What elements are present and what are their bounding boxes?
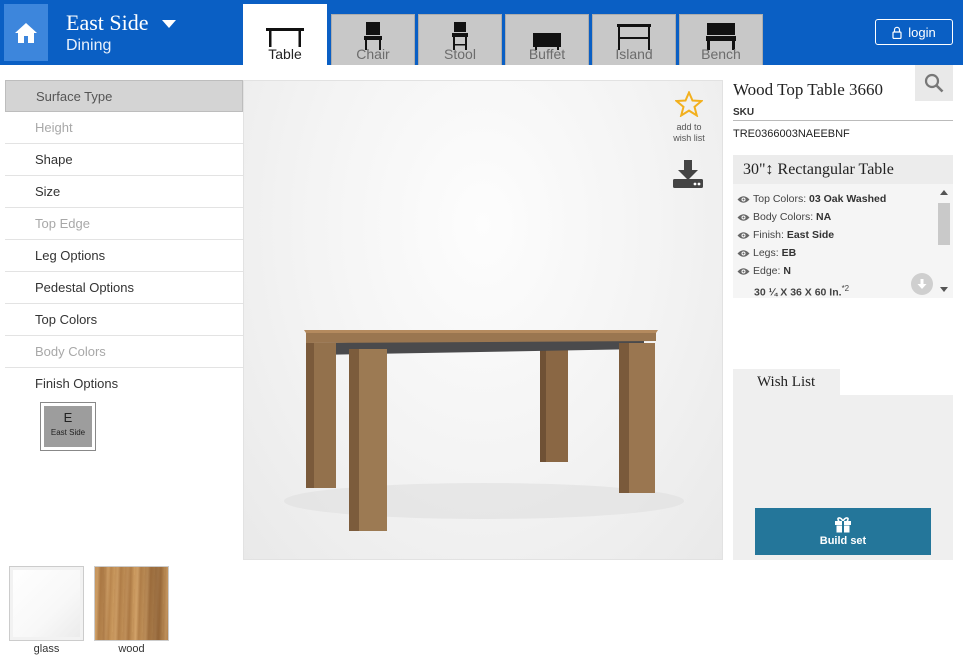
gift-icon bbox=[835, 517, 851, 533]
sku-value: TRE0366003NAEEBNF bbox=[733, 128, 850, 140]
spec-label: Legs: bbox=[753, 247, 782, 259]
spec-row-edge: Edge: N bbox=[737, 262, 937, 280]
spec-row-top-colors: Top Colors: 03 Oak Washed bbox=[737, 190, 937, 208]
sidebar-item-finish-options[interactable]: Finish Options bbox=[5, 368, 243, 400]
spec-label: Body Colors: bbox=[753, 211, 817, 223]
spec-row-body-colors: Body Colors: NA bbox=[737, 208, 937, 226]
tab-bench[interactable]: Bench bbox=[679, 14, 763, 65]
tab-label: Buffet bbox=[528, 46, 566, 62]
tab-island[interactable]: Island bbox=[592, 14, 676, 65]
login-button[interactable]: login bbox=[875, 19, 953, 45]
product-name: Wood Top Table 3660 bbox=[733, 80, 884, 99]
spec-row-finish: Finish: East Side bbox=[737, 226, 937, 244]
home-button[interactable] bbox=[4, 4, 48, 61]
sidebar-item-top-colors[interactable]: Top Colors bbox=[5, 304, 243, 336]
glass-thumbnail bbox=[9, 566, 84, 641]
sidebar-item-top-edge: Top Edge bbox=[5, 208, 243, 240]
chevron-down-icon bbox=[162, 20, 176, 28]
material-label: glass bbox=[33, 643, 60, 655]
collection-name: East Side bbox=[66, 10, 149, 35]
configurator-app: East Side Dining Table Chair Stool Buffe… bbox=[0, 0, 963, 667]
login-label: login bbox=[908, 24, 936, 40]
spec-value: N bbox=[783, 265, 791, 277]
dimensions-value: 30 ¼ X 36 X 60 In. bbox=[754, 286, 842, 299]
eye-icon[interactable] bbox=[737, 249, 750, 258]
material-label: wood bbox=[118, 643, 145, 655]
spec-value: East Side bbox=[786, 229, 835, 241]
tab-label: Table bbox=[268, 46, 302, 62]
spec-value: NA bbox=[816, 211, 832, 223]
tab-label: Stool bbox=[444, 46, 476, 62]
tab-label: Chair bbox=[356, 46, 390, 62]
download-icon bbox=[673, 160, 703, 188]
tab-chair[interactable]: Chair bbox=[331, 14, 415, 65]
tab-buffet[interactable]: Buffet bbox=[505, 14, 589, 65]
arrow-down-icon bbox=[917, 279, 927, 289]
finish-swatch-code: E bbox=[63, 410, 73, 425]
collection-selector[interactable]: East Side Dining bbox=[66, 10, 176, 56]
eye-icon[interactable] bbox=[737, 213, 750, 222]
sidebar-item-pedestal-options[interactable]: Pedestal Options bbox=[5, 272, 243, 304]
spec-scrollbar[interactable] bbox=[938, 190, 950, 294]
add-to-wishlist-label-2: wish list bbox=[673, 133, 705, 143]
scroll-up-arrow-icon[interactable] bbox=[940, 190, 948, 195]
eye-icon[interactable] bbox=[737, 267, 750, 276]
option-sidebar: Surface Type Height Shape Size Top Edge … bbox=[5, 80, 243, 451]
top-bar: East Side Dining Table Chair Stool Buffe… bbox=[0, 0, 963, 65]
spec-panel: 30"↕ Rectangular Table Top Colors: 03 Oa… bbox=[733, 155, 953, 299]
sidebar-item-shape[interactable]: Shape bbox=[5, 144, 243, 176]
home-icon bbox=[15, 22, 37, 43]
material-swatch-wood[interactable]: wood bbox=[94, 566, 169, 656]
collection-category: Dining bbox=[66, 37, 112, 54]
eye-icon[interactable] bbox=[737, 195, 750, 204]
sidebar-item-height: Height bbox=[5, 112, 243, 144]
eye-icon[interactable] bbox=[737, 231, 750, 240]
tab-label: Island bbox=[615, 46, 653, 62]
star-icon bbox=[673, 90, 705, 118]
finish-swatch-preview: E East Side bbox=[44, 406, 92, 447]
download-button[interactable] bbox=[672, 159, 704, 194]
dimensions-footnote: *2 bbox=[841, 284, 850, 293]
tab-stool[interactable]: Stool bbox=[418, 14, 502, 65]
material-swatch-glass[interactable]: glass bbox=[9, 566, 84, 656]
scroll-down-arrow-icon[interactable] bbox=[940, 287, 948, 292]
tab-table[interactable]: Table bbox=[243, 4, 327, 65]
scroll-down-button[interactable] bbox=[911, 273, 933, 295]
add-to-wishlist-button[interactable]: add to wish list bbox=[664, 90, 714, 144]
build-set-label: Build set bbox=[819, 535, 867, 547]
spec-label: Top Colors: bbox=[753, 193, 810, 205]
sidebar-item-surface-type[interactable]: Surface Type bbox=[5, 80, 243, 112]
sku-label: SKU bbox=[733, 107, 953, 121]
search-button[interactable] bbox=[915, 65, 953, 101]
tab-label: Bench bbox=[701, 46, 741, 62]
add-to-wishlist-label-1: add to bbox=[676, 122, 702, 132]
sidebar-item-body-colors: Body Colors bbox=[5, 336, 243, 368]
product-image bbox=[284, 330, 684, 531]
tab-wish-list[interactable]: Wish List bbox=[733, 369, 840, 396]
lock-icon bbox=[892, 26, 902, 39]
finish-swatch-east-side[interactable]: E East Side bbox=[40, 402, 96, 451]
product-viewer[interactable]: add to wish list bbox=[243, 80, 723, 560]
spec-value: 03 Oak Washed bbox=[809, 193, 887, 205]
sidebar-item-size[interactable]: Size bbox=[5, 176, 243, 208]
scroll-thumb[interactable] bbox=[938, 203, 950, 245]
spec-list[interactable]: Top Colors: 03 Oak Washed Body Colors: N… bbox=[737, 190, 937, 299]
spec-dimensions: 30 ¼ X 36 X 60 In.*2 bbox=[737, 280, 937, 299]
build-set-button[interactable]: Build set bbox=[755, 508, 931, 555]
table-icon bbox=[266, 28, 304, 47]
wood-thumbnail bbox=[94, 566, 169, 641]
sidebar-item-leg-options[interactable]: Leg Options bbox=[5, 240, 243, 272]
finish-swatch-label: East Side bbox=[50, 428, 86, 437]
spec-label: Finish: bbox=[753, 229, 787, 241]
spec-title: 30"↕ Rectangular Table bbox=[733, 155, 953, 184]
spec-label: Edge: bbox=[753, 265, 784, 277]
search-icon bbox=[924, 73, 944, 93]
spec-value: EB bbox=[781, 247, 797, 259]
spec-row-legs: Legs: EB bbox=[737, 244, 937, 262]
